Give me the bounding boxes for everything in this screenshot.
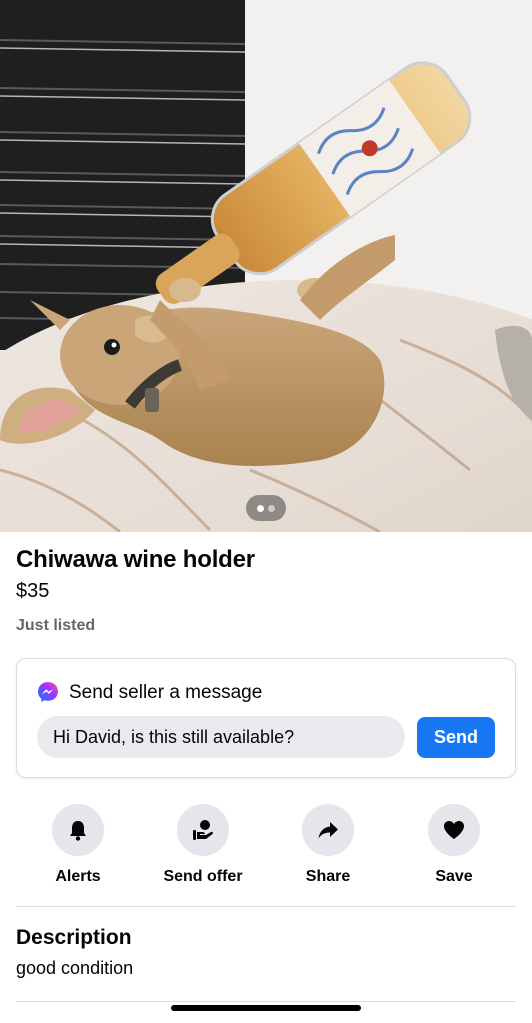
bell-icon	[70, 821, 86, 841]
save-button[interactable]: Save	[399, 804, 509, 886]
home-indicator[interactable]	[171, 1005, 361, 1011]
listing-title: Chiwawa wine holder	[16, 546, 255, 573]
photo-pager[interactable]	[246, 495, 286, 521]
share-button[interactable]: Share	[273, 804, 383, 886]
description-text: good condition	[16, 958, 134, 978]
save-label: Save	[435, 868, 473, 885]
alerts-button[interactable]: Alerts	[23, 804, 133, 886]
send-offer-label: Send offer	[163, 868, 243, 885]
message-card-header: Send seller a message	[37, 679, 262, 704]
save-circle	[428, 804, 480, 856]
message-input[interactable]	[37, 716, 405, 758]
divider	[16, 906, 516, 907]
chihuahua-wine-holder-image	[0, 0, 532, 532]
message-card-heading: Send seller a message	[69, 682, 263, 703]
share-icon	[318, 822, 338, 839]
heart-icon	[444, 821, 464, 839]
pager-dot-active	[257, 504, 264, 512]
listing-price: $35	[16, 580, 50, 602]
alerts-circle	[52, 804, 104, 856]
share-label: Share	[305, 868, 351, 885]
alerts-label: Alerts	[55, 868, 101, 885]
offer-icon	[193, 820, 213, 840]
listing-status: Just listed	[16, 617, 96, 634]
divider	[16, 1001, 516, 1002]
send-button[interactable]: Send	[417, 717, 495, 758]
description-heading: Description	[16, 926, 132, 949]
pager-dot	[268, 504, 275, 512]
marketplace-listing-page: Chiwawa wine holder $35 Just listed Send…	[0, 0, 532, 1023]
share-circle	[302, 804, 354, 856]
send-offer-button[interactable]: Send offer	[148, 804, 258, 886]
send-offer-circle	[177, 804, 229, 856]
messenger-icon	[37, 681, 59, 703]
send-message-card: Send seller a message Send	[16, 658, 516, 778]
listing-photo[interactable]	[0, 0, 532, 532]
